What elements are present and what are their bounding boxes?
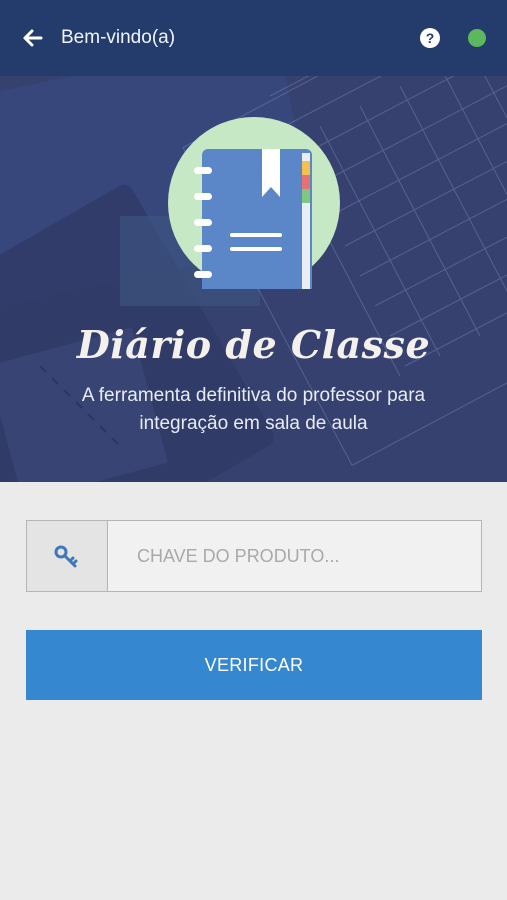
key-icon — [54, 545, 78, 568]
hero-banner: Diário de Classe A ferramenta definitiva… — [0, 76, 507, 482]
question-circle-icon: ? — [425, 30, 435, 46]
arrow-left-icon — [23, 29, 43, 47]
key-addon — [27, 521, 108, 591]
help-button[interactable]: ? — [420, 28, 440, 48]
status-indicator — [468, 29, 486, 47]
top-app-bar: Bem-vindo(a) ? — [0, 0, 507, 76]
tagline-line-2: integração em sala de aula — [139, 413, 368, 434]
app-title: Diário de Classe — [76, 322, 431, 367]
product-key-field — [26, 520, 482, 592]
tagline-line-1: A ferramenta definitiva do professor par… — [81, 385, 426, 406]
verify-button[interactable]: VERIFICAR — [26, 630, 482, 700]
back-button[interactable] — [22, 26, 44, 50]
app-tagline: A ferramenta definitiva do professor par… — [40, 382, 467, 438]
product-key-input[interactable] — [108, 521, 481, 591]
notebook-icon — [168, 117, 340, 289]
page-title: Bem-vindo(a) — [61, 27, 176, 48]
